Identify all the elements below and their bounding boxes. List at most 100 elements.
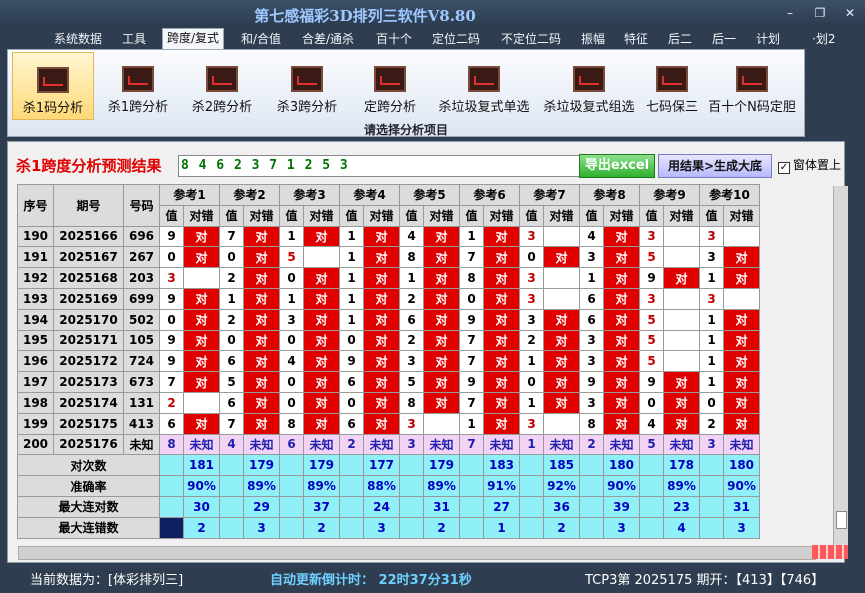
cell-value: 7 [459,433,484,456]
table-row[interactable]: 199 2025175 413 6 对 7 对 8 对 6 对 3 1 对 3 8 对 4 对 2 对 [17,412,760,435]
table-row[interactable]: 195 2025171 105 9 对 0 对 0 对 0 对 2 对 7 对 2 对 3 对 5 1 对 [17,329,760,352]
close-button[interactable]: ✕ [838,6,862,20]
header-result: 对错 [423,204,460,227]
cell-value: 3 [519,225,544,248]
cell-result: 对 [483,246,520,269]
menu-item-5[interactable]: 百十个 [372,30,416,49]
header-index: 序号 [17,184,54,227]
ribbon-button-3[interactable]: 杀3跨分析 [267,52,347,120]
chart-icon [37,67,69,93]
header-value: 值 [219,204,244,227]
ribbon-button-label: 百十个N码定胆 [708,100,796,115]
cell-value: 3 [639,287,664,310]
row-number: 203 [123,267,160,289]
ribbon-button-1[interactable]: 杀1跨分析 [98,52,178,120]
cell-value: 1 [339,225,364,248]
vertical-scrollbar[interactable] [833,186,848,546]
chart-icon [291,66,323,92]
menu-item-4[interactable]: 合差/通杀 [298,30,358,49]
cell-value: 8 [279,412,304,435]
row-index: 194 [17,308,54,331]
table-row[interactable]: 194 2025170 502 0 对 2 对 3 对 1 对 6 对 9 对 3 对 6 对 5 1 对 [17,308,760,331]
menu-item-10[interactable]: 后二 [664,30,696,49]
table-row[interactable]: 190 2025166 696 9 对 7 对 1 对 1 对 4 对 1 对 3 4 对 3 3 [17,225,760,248]
generate-base-button[interactable]: 用结果>生成大底 [658,154,772,178]
status-bar: 当前数据为：[体彩排列三] 自动更新倒计时： 22时37分31秒 TCP3第 2… [0,563,865,593]
stats-value: 178 [663,454,700,477]
table-row[interactable]: 196 2025172 724 9 对 6 对 4 对 9 对 3 对 7 对 1 对 3 对 5 1 对 [17,350,760,373]
cell-result: 对 [543,391,580,414]
scroll-thumb[interactable] [836,511,847,529]
table-row[interactable]: 197 2025173 673 7 对 5 对 0 对 6 对 5 对 9 对 0 对 9 对 9 对 1 对 [17,371,760,393]
cell-result: 对 [303,350,340,373]
cell-value: 4 [639,412,664,435]
stats-spacer [219,495,244,518]
header-value: 值 [399,204,424,227]
cell-unknown: 未知 [363,433,400,456]
menu-item-11[interactable]: 后一 [708,30,740,49]
cell-value: 0 [219,246,244,269]
cell-value: 0 [639,391,664,414]
cell-result: 对 [603,371,640,393]
menu-item-7[interactable]: 不定位二码 [497,30,565,49]
ribbon-button-0[interactable]: 杀1码分析 [12,52,94,120]
stats-spacer [219,516,244,539]
row-period: 2025172 [53,350,124,373]
table-row[interactable]: 191 2025167 267 0 对 0 对 5 1 对 8 对 7 对 0 对 3 对 5 3 对 [17,246,760,269]
window-title: 第七感福彩3D排列三软件V8.80 [254,7,476,25]
menu-item-8[interactable]: 振幅 [577,30,609,49]
cell-result: 对 [483,412,520,435]
ribbon-button-4[interactable]: 定跨分析 [351,52,429,120]
cell-value: 2 [219,308,244,331]
stats-value: 180 [603,454,640,477]
cell-result: 对 [183,246,220,269]
result-field[interactable]: 8 4 6 2 3 7 1 2 5 3 [178,155,580,177]
cell-result: 对 [543,350,580,373]
menu-item-13[interactable]: ·划2 [808,30,839,49]
stats-spacer [519,475,544,497]
cell-result: 对 [243,225,280,248]
cell-result: 对 [303,391,340,414]
cell-result: 对 [243,329,280,352]
ribbon-button-5[interactable]: 杀垃圾复式单选 [432,52,536,120]
ribbon-button-7[interactable]: 七码保三 [641,52,703,120]
stats-spacer [579,495,604,518]
stats-spacer [699,495,724,518]
cell-result: 对 [603,350,640,373]
stats-spacer [459,454,484,477]
row-index: 193 [17,287,54,310]
ribbon-button-2[interactable]: 杀2跨分析 [181,52,263,120]
ribbon-button-8[interactable]: 百十个N码定胆 [706,52,798,120]
table-row[interactable]: 193 2025169 699 9 对 1 对 1 对 1 对 2 对 0 对 3 6 对 3 3 [17,287,760,310]
ribbon-button-6[interactable]: 杀垃圾复式组选 [538,52,640,120]
row-period: 2025167 [53,246,124,269]
cell-result: 对 [183,350,220,373]
cell-unknown: 未知 [663,433,700,456]
table-row-future[interactable]: 200 2025176 未知 8 未知 4 未知 6 未知 2 未知 3 未知 7 未知 1 未知 2 未知 5 未知 3… [17,433,760,456]
cell-result: 对 [363,350,400,373]
menu-item-12[interactable]: 计划 [752,30,784,49]
table-row[interactable]: 198 2025174 131 2 6 对 0 对 0 对 8 对 7 对 1 对 3 对 0 对 0 对 [17,391,760,414]
menu-item-9[interactable]: 特征 [620,30,652,49]
menu-item-3[interactable]: 和/合值 [237,30,285,49]
menu-item-1[interactable]: 工具 [118,30,150,49]
cell-unknown: 未知 [483,433,520,456]
menu-item-0[interactable]: 系统数据 [50,30,106,49]
cell-value: 0 [219,329,244,352]
restore-button[interactable]: ❐ [808,6,832,20]
cell-value: 3 [699,225,724,248]
export-excel-button[interactable]: 导出excel [579,154,655,178]
menu-item-6[interactable]: 定位二码 [428,30,484,49]
horizontal-scrollbar[interactable] [18,546,816,560]
menu-item-2[interactable]: 跨度/复式 [162,28,225,49]
menu-bar: 系统数据 工具 跨度/复式 和/合值 合差/通杀 百十个 定位二码 不定位二码 振幅 特征 后二 后一… [0,27,865,49]
cell-result: 对 [423,391,460,414]
cell-value: 5 [639,246,664,269]
topmost-checkbox[interactable]: ✓ [778,162,790,174]
minimize-button[interactable]: – [778,6,802,20]
stats-value: 89% [243,475,280,497]
stats-value: 23 [663,495,700,518]
row-index: 198 [17,391,54,414]
topmost-option[interactable]: ✓ 窗体置上 [778,156,841,174]
table-row[interactable]: 192 2025168 203 3 2 对 0 对 1 对 1 对 8 对 3 1 对 9 对 1 对 [17,267,760,289]
